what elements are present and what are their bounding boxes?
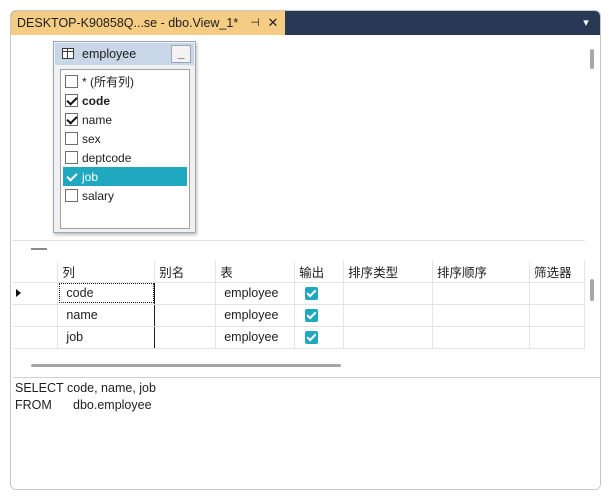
row-selector[interactable] [13,282,59,305]
grid-cell-column[interactable]: job [57,326,156,349]
table-box-employee[interactable]: employee _ * (所有列) code name sex deptcode job… [53,41,196,233]
document-tab-strip: DESKTOP-K90858Q...se - dbo.View_1* ⊣ ✕ ▾ [11,11,600,35]
grid-cell-alias[interactable] [154,304,217,327]
column-checkbox[interactable] [65,170,78,183]
grid-cell-alias[interactable] [154,282,217,305]
pane-splitter[interactable] [31,248,47,250]
tab-list-dropdown-icon[interactable]: ▾ [578,15,594,31]
table-column-item[interactable]: deptcode [63,148,187,167]
column-checkbox[interactable] [65,189,78,202]
output-checkbox[interactable] [305,331,319,345]
output-checkbox[interactable] [305,287,319,301]
sql-line-select[interactable]: SELECT code, name, job [15,381,156,397]
grid-header-sort-order[interactable]: 排序顺序 [432,261,530,283]
grid-header-output[interactable]: 输出 [294,261,345,283]
table-column-item[interactable]: job [63,167,187,186]
row-selector[interactable] [13,326,59,349]
column-checkbox[interactable] [65,132,78,145]
grid-row[interactable]: job employee [13,326,586,349]
sql-line-from[interactable]: FROM dbo.employee [15,398,152,414]
grid-cell-sort-order[interactable] [432,304,530,327]
grid-header-column[interactable]: 列 [57,261,156,283]
column-label: job [82,169,99,184]
table-box-header[interactable]: employee _ [55,43,194,65]
column-label: code [82,93,111,108]
table-column-item[interactable]: salary [63,186,187,205]
column-checkbox[interactable] [65,113,78,126]
grid-row[interactable]: code employee [13,282,586,305]
grid-cell-sort-order[interactable] [432,326,530,349]
sql-select-list: code, name, job [67,381,156,395]
grid-cell-column[interactable]: code [57,282,156,305]
diagram-scroll-thumb[interactable] [590,49,594,69]
document-tab-title: DESKTOP-K90858Q...se - dbo.View_1* [17,16,239,30]
grid-cell-column[interactable]: name [57,304,156,327]
criteria-grid: 列 别名 表 输出 排序类型 排序顺序 筛选器 code employee name… [13,261,586,349]
grid-header-table[interactable]: 表 [215,261,296,283]
pin-icon[interactable]: ⊣ [248,15,262,31]
grid-header-sort-type[interactable]: 排序类型 [343,261,434,283]
table-box-title: employee [82,47,137,61]
grid-header-alias[interactable]: 别名 [154,261,217,283]
column-label: salary [82,188,115,203]
table-column-list[interactable]: * (所有列) code name sex deptcode job salary [60,69,190,229]
table-column-item[interactable]: sex [63,129,187,148]
document-tab[interactable]: DESKTOP-K90858Q...se - dbo.View_1* ⊣ ✕ [11,11,285,35]
grid-cell-sort-type[interactable] [343,282,434,305]
criteria-pane: 列 别名 表 输出 排序类型 排序顺序 筛选器 code employee name… [13,261,586,376]
grid-scroll-thumb[interactable] [590,279,594,301]
column-label: sex [82,131,101,146]
grid-vertical-scrollbar[interactable] [586,261,600,376]
grid-row[interactable]: name employee [13,304,586,327]
column-label: deptcode [82,150,132,165]
grid-header-rowselector [13,261,59,283]
grid-cell-alias[interactable] [154,326,217,349]
grid-cell-filter[interactable] [529,326,586,349]
grid-header-row: 列 别名 表 输出 排序类型 排序顺序 筛选器 [13,261,586,283]
view-designer-window: DESKTOP-K90858Q...se - dbo.View_1* ⊣ ✕ ▾… [10,10,601,490]
table-column-item[interactable]: code [63,91,187,110]
grid-cell-output[interactable] [294,304,345,327]
grid-cell-output[interactable] [294,326,345,349]
row-selector[interactable] [13,304,59,327]
grid-cell-table[interactable]: employee [215,326,296,349]
table-icon [62,48,74,59]
minimize-button[interactable]: _ [171,45,191,63]
column-checkbox[interactable] [65,151,78,164]
diagram-pane[interactable]: employee _ * (所有列) code name sex deptcode job… [13,35,585,241]
grid-cell-filter[interactable] [529,282,586,305]
column-label: name [82,112,113,127]
current-row-arrow-icon [16,289,21,297]
grid-cell-sort-type[interactable] [343,326,434,349]
grid-cell-filter[interactable] [529,304,586,327]
grid-header-filter[interactable]: 筛选器 [529,261,586,283]
sql-from-table: dbo.employee [73,398,152,412]
sql-pane[interactable]: SELECT code, name, job FROM dbo.employee [13,377,600,489]
sql-keyword-from: FROM [15,398,52,412]
grid-cell-sort-order[interactable] [432,282,530,305]
table-column-item[interactable]: * (所有列) [63,72,187,91]
sql-keyword-select: SELECT [15,381,64,395]
column-checkbox[interactable] [65,94,78,107]
diagram-vertical-scrollbar[interactable] [586,35,600,241]
close-icon[interactable]: ✕ [265,14,281,32]
grid-cell-table[interactable]: employee [215,304,296,327]
table-column-item[interactable]: name [63,110,187,129]
grid-cell-table[interactable]: employee [215,282,296,305]
column-checkbox[interactable] [65,75,78,88]
grid-horizontal-scrollbar[interactable] [31,364,341,367]
grid-cell-sort-type[interactable] [343,304,434,327]
column-label: * (所有列) [82,75,134,89]
output-checkbox[interactable] [305,309,319,323]
grid-cell-output[interactable] [294,282,345,305]
